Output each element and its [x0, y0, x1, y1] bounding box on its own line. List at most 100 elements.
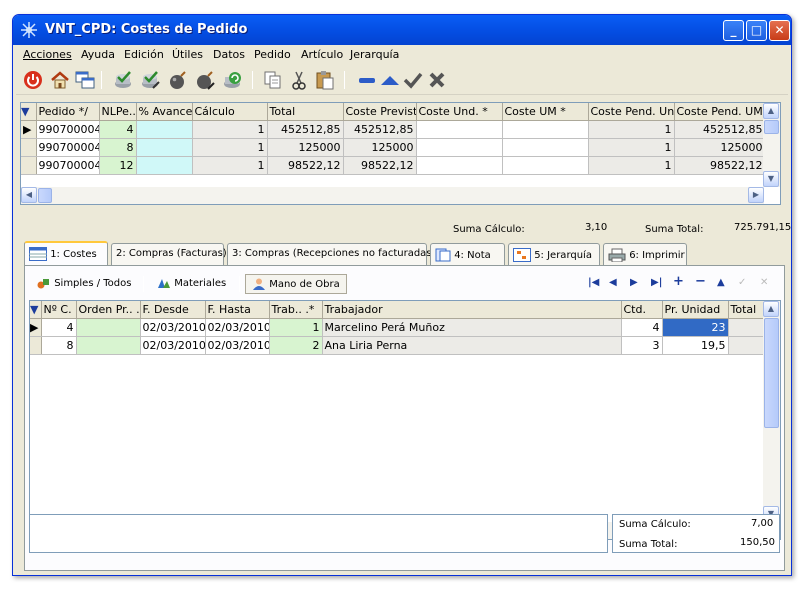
row-indicator-icon[interactable]: ▶	[30, 318, 42, 337]
cell-pedido[interactable]: 990700004	[36, 120, 100, 139]
tab-costes[interactable]: 1: Costes	[24, 241, 108, 266]
cell-coste-pend-um[interactable]: 98522,12	[674, 156, 766, 175]
scroll-up-icon[interactable]: ▲	[763, 301, 779, 317]
cell-total[interactable]: 452512,85	[267, 120, 344, 139]
table-row[interactable]: 8 02/03/2010 02/03/2010 2 Ana Liria Pern…	[30, 336, 766, 355]
cell-calculo[interactable]: 1	[192, 156, 268, 175]
add-record-icon[interactable]: +	[673, 274, 684, 289]
cell-f-hasta[interactable]: 02/03/2010	[205, 336, 270, 355]
cell-calculo[interactable]: 1	[192, 138, 268, 157]
tab-nota[interactable]: 4: Nota	[430, 243, 505, 265]
cell-nlpe[interactable]: 12	[99, 156, 137, 175]
cell-coste-um[interactable]	[502, 120, 589, 139]
cell-coste-und[interactable]	[416, 120, 503, 139]
col-f-hasta[interactable]: F. Hasta	[205, 301, 270, 319]
col-coste-pend-und[interactable]: Coste Pend. Und	[588, 103, 675, 121]
subtab-simples-todos[interactable]: Simples / Todos	[31, 274, 135, 294]
cancel-record-icon[interactable]: ✕	[760, 277, 768, 288]
scroll-down-icon[interactable]: ▼	[763, 171, 779, 187]
cell-pr-unidad[interactable]: 23	[662, 318, 729, 337]
maximize-button[interactable]: □	[746, 20, 767, 41]
menu-utiles[interactable]: Útiles	[172, 48, 203, 61]
cell-coste-pend-und[interactable]: 1	[588, 138, 675, 157]
checkmark-icon[interactable]	[402, 69, 424, 91]
refresh-icon[interactable]	[221, 69, 243, 91]
cell-nlpe[interactable]: 8	[99, 138, 137, 157]
cell-coste-pend-und[interactable]: 1	[588, 120, 675, 139]
cell-coste-previsto[interactable]: 125000	[343, 138, 417, 157]
windows-icon[interactable]	[74, 69, 96, 91]
col-nlpe[interactable]: NLPe..	[99, 103, 137, 121]
cell-coste-und[interactable]	[416, 156, 503, 175]
home-icon[interactable]	[49, 69, 71, 91]
cell-total[interactable]	[728, 318, 766, 337]
paste-icon[interactable]	[314, 69, 336, 91]
scroll-right-icon[interactable]: ▶	[748, 187, 764, 203]
next-record-icon[interactable]: ▶	[630, 277, 638, 288]
cell-coste-previsto[interactable]: 452512,85	[343, 120, 417, 139]
copy-icon[interactable]	[262, 69, 284, 91]
minimize-button[interactable]: _	[723, 20, 744, 41]
cell-coste-pend-um[interactable]: 452512,85	[674, 120, 766, 139]
cell-ctd[interactable]: 4	[621, 318, 663, 337]
col-numero[interactable]: Nº C.	[41, 301, 77, 319]
col-ctd[interactable]: Ctd.	[621, 301, 663, 319]
cell-f-desde[interactable]: 02/03/2010	[140, 318, 206, 337]
cell-coste-um[interactable]	[502, 138, 589, 157]
col-coste-previsto[interactable]: Coste Previsto	[343, 103, 417, 121]
menu-articulo[interactable]: Artículo	[301, 48, 343, 61]
cell-numero[interactable]: 4	[41, 318, 77, 337]
cell-total[interactable]: 125000	[267, 138, 344, 157]
sort-header-icon[interactable]: ▼	[21, 103, 37, 121]
last-record-icon[interactable]: ▶|	[651, 277, 662, 288]
col-orden-pr[interactable]: Orden Pr.. .*	[76, 301, 141, 319]
cell-coste-pend-um[interactable]: 125000	[674, 138, 766, 157]
row-indicator[interactable]	[21, 138, 37, 157]
cell-f-desde[interactable]: 02/03/2010	[140, 336, 206, 355]
scroll-thumb[interactable]	[764, 318, 779, 428]
bottom-vertical-scrollbar[interactable]: ▲ ▼	[763, 301, 780, 522]
cell-orden-pr[interactable]	[76, 336, 141, 355]
col-pr-unidad[interactable]: Pr. Unidad	[662, 301, 729, 319]
col-calculo[interactable]: Cálculo	[192, 103, 268, 121]
row-indicator-icon[interactable]: ▶	[21, 120, 37, 139]
cut-icon[interactable]	[288, 69, 310, 91]
menu-edicion[interactable]: Edición	[124, 48, 164, 61]
check-edit-icon[interactable]	[139, 69, 161, 91]
col-trab[interactable]: Trab.. .*	[269, 301, 323, 319]
first-record-icon[interactable]: |◀	[588, 277, 599, 288]
cell-coste-previsto[interactable]: 98522,12	[343, 156, 417, 175]
subtab-mano-de-obra[interactable]: Mano de Obra	[245, 274, 347, 294]
cell-pedido[interactable]: 990700004	[36, 156, 100, 175]
confirm-record-icon[interactable]: ✓	[738, 277, 746, 288]
menu-ayuda[interactable]: Ayuda	[81, 48, 115, 61]
bomb-edit-icon[interactable]	[194, 69, 216, 91]
col-total[interactable]: Total	[267, 103, 344, 121]
col-total[interactable]: Total	[728, 301, 766, 319]
cell-avance[interactable]	[136, 120, 193, 139]
cell-coste-pend-und[interactable]: 1	[588, 156, 675, 175]
cell-trab[interactable]: 1	[269, 318, 323, 337]
tab-compras-recepciones[interactable]: 3: Compras (Recepciones no facturadas)	[227, 243, 435, 265]
close-button[interactable]: ✕	[769, 20, 790, 41]
cell-coste-und[interactable]	[416, 138, 503, 157]
cell-coste-um[interactable]	[502, 156, 589, 175]
top-horizontal-scrollbar[interactable]: ◀ ▶	[21, 187, 764, 204]
cell-total[interactable]	[728, 336, 766, 355]
notes-box[interactable]	[29, 514, 608, 553]
power-icon[interactable]	[22, 69, 44, 91]
menu-datos[interactable]: Datos	[213, 48, 245, 61]
col-pedido[interactable]: Pedido */	[36, 103, 100, 121]
cross-icon[interactable]	[426, 69, 448, 91]
cell-trabajador[interactable]: Marcelino Perá Muñoz	[322, 318, 622, 337]
delete-record-icon[interactable]: −	[695, 274, 706, 289]
up-arrow-icon[interactable]	[379, 69, 401, 91]
scroll-thumb[interactable]	[38, 188, 52, 203]
title-bar[interactable]: VNT_CPD: Costes de Pedido _ □ ✕	[13, 15, 791, 45]
cell-avance[interactable]	[136, 138, 193, 157]
cell-avance[interactable]	[136, 156, 193, 175]
cell-f-hasta[interactable]: 02/03/2010	[205, 318, 270, 337]
tab-jerarquia[interactable]: 5: Jerarquía	[508, 243, 600, 265]
table-row[interactable]: ▶ 990700004 4 1 452512,85 452512,85 1 45…	[21, 120, 766, 139]
scroll-thumb[interactable]	[764, 120, 779, 134]
